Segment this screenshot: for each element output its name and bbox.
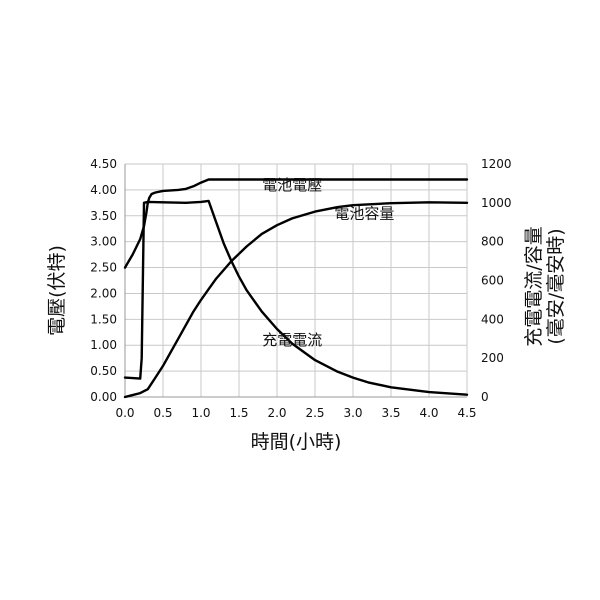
y-right-tick-label: 1200 [481,157,512,171]
y-left-tick-label: 1.00 [90,338,117,352]
series-annotation: 電池電壓 [262,176,322,194]
y-axis-right-unit: (毫安/毫安時) [545,228,567,344]
x-tick-label: 2.5 [305,406,324,420]
chart: 0.0 0.5 1.0 1.5 2.0 2.5 3.0 3.5 4.0 4.5 0.00 0.50 1.… [46,157,567,453]
x-tick-label: 3.0 [343,406,362,420]
series-annotations: 電池電壓電池容量充電電流 [262,176,394,349]
charge-current-line [123,199,469,396]
series-annotation: 電池容量 [334,204,394,222]
y-left-tick-label: 1.50 [90,312,117,326]
y-right-tick-label: 400 [481,312,504,326]
y-right-tick-label: 0 [481,390,489,404]
y-left-tick-label: 2.00 [90,286,117,300]
x-tick-label: 3.5 [381,406,400,420]
grid [124,163,468,398]
y-left-tick-label: 2.50 [90,261,117,275]
y-right-tick-label: 800 [481,235,504,249]
x-tick-label: 0.5 [153,406,172,420]
series-lines [123,178,469,399]
y-axis-right-title: 充電電流/容量 [523,226,545,346]
y-left-tick-label: 3.00 [90,235,117,249]
x-tick-label: 4.0 [419,406,438,420]
x-tick-label: 4.5 [457,406,476,420]
y-left-tick-label: 3.50 [90,209,117,223]
y-right-tick-label: 1000 [481,196,512,210]
x-tick-label: 2.0 [267,406,286,420]
y-right-tick-label: 200 [481,351,504,365]
x-tick-label: 0.0 [115,406,134,420]
y-left-tick-label: 0.50 [90,364,117,378]
y-left-tick-label: 4.00 [90,183,117,197]
x-tick-label: 1.0 [191,406,210,420]
y-axis-left-title: 電壓(伏特) [46,245,68,336]
x-axis-title: 時間(小時) [251,431,342,453]
battery-capacity-line [123,201,469,399]
series-annotation: 充電電流 [262,331,322,349]
y-right-tick-label: 600 [481,274,504,288]
y-left-tick-label: 0.00 [90,390,117,404]
x-tick-label: 1.5 [229,406,248,420]
y-left-tick-label: 4.50 [90,157,117,171]
